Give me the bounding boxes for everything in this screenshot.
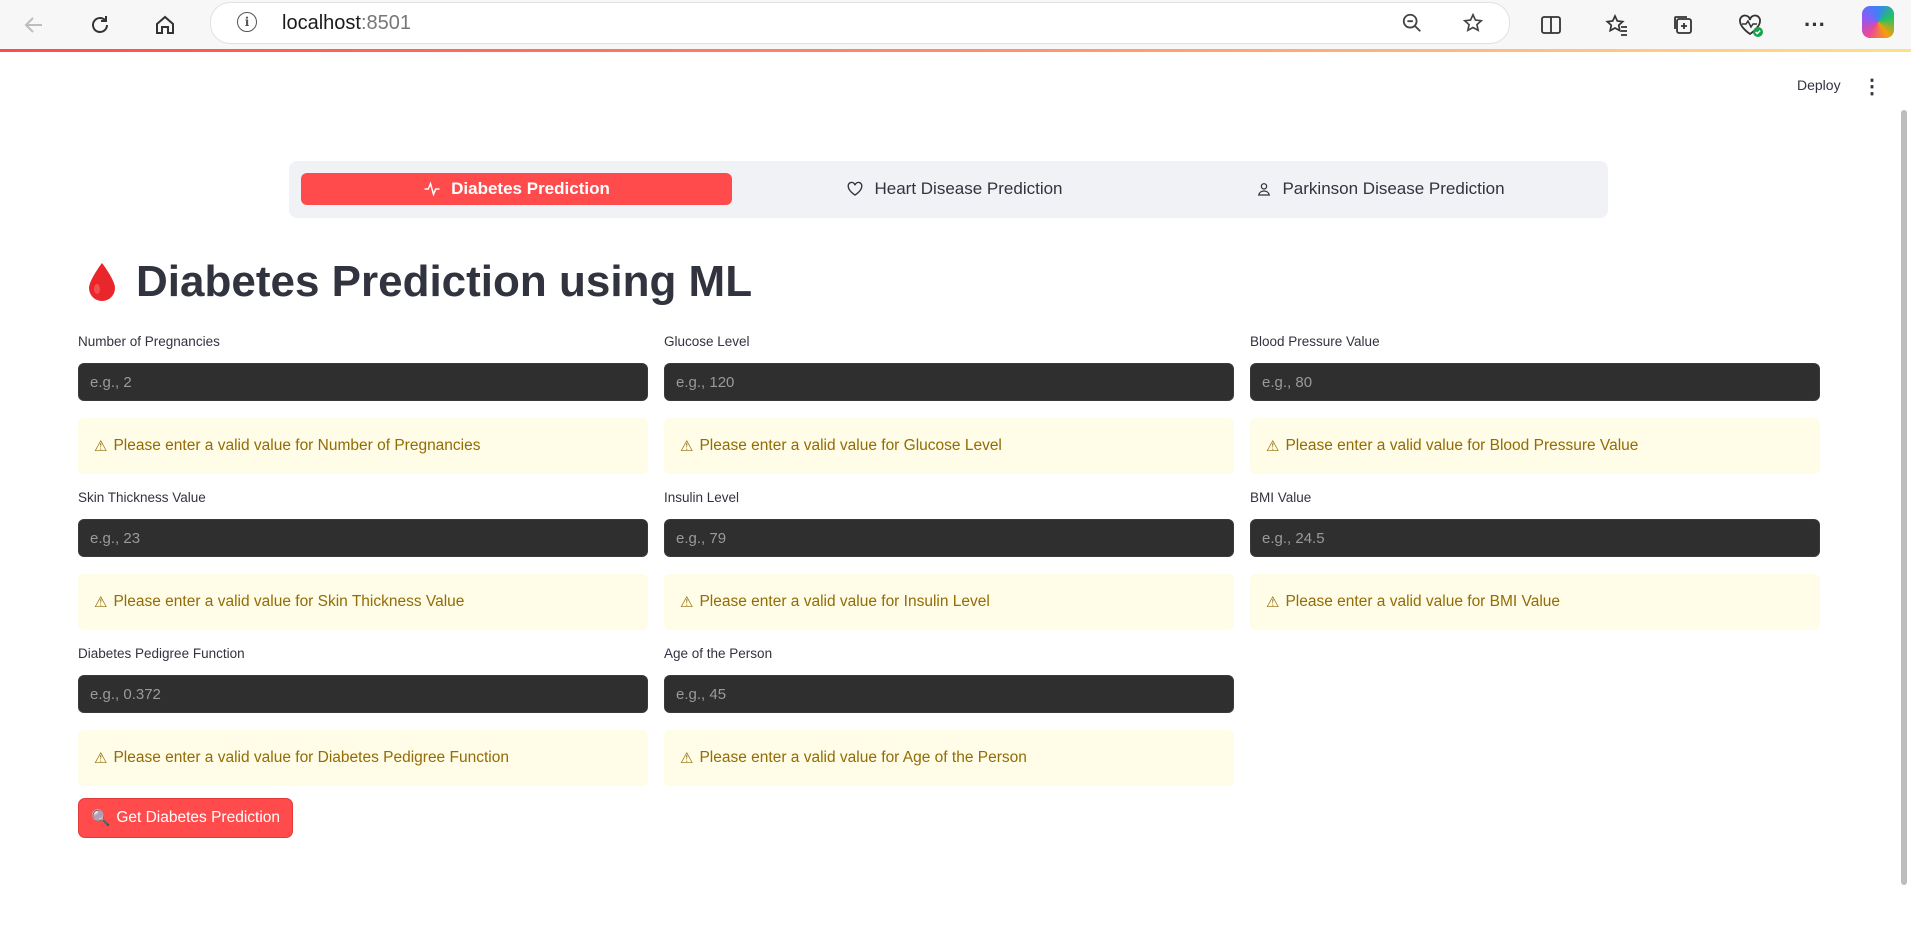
get-diabetes-prediction-button[interactable]: 🔍 Get Diabetes Prediction <box>78 798 294 838</box>
field-glucose: Glucose Level ⚠ Please enter a valid valu… <box>664 334 1234 474</box>
warning-text: Please enter a valid value for Skin Thic… <box>113 593 465 610</box>
deploy-button[interactable]: Deploy <box>1797 77 1841 93</box>
home-button[interactable] <box>147 7 183 43</box>
field-bmi: BMI Value ⚠ Please enter a valid value fo… <box>1250 490 1820 630</box>
split-screen-icon <box>1541 16 1561 34</box>
zoom-out-icon[interactable] <box>1398 9 1426 37</box>
input-box[interactable] <box>664 363 1234 401</box>
heart-icon <box>848 181 863 196</box>
field-skin-thickness: Skin Thickness Value ⚠ Please enter a val… <box>78 490 648 630</box>
field-age: Age of the Person ⚠ Please enter a valid … <box>664 646 1234 786</box>
heart-pulse-icon <box>1739 14 1763 37</box>
back-button[interactable] <box>16 7 52 43</box>
arrow-left-icon <box>24 17 42 33</box>
age-input[interactable] <box>674 684 1224 704</box>
address-bar[interactable]: i localhost:8501 <box>210 2 1510 44</box>
page-title: Diabetes Prediction using ML <box>136 257 753 306</box>
favorites-icon <box>1605 13 1627 36</box>
field-label: Skin Thickness Value <box>78 490 206 505</box>
browser-essentials-button[interactable] <box>1732 7 1768 43</box>
warning-alert: ⚠ Please enter a valid value for Blood Pr… <box>1250 418 1820 474</box>
field-pedigree-function: Diabetes Pedigree Function ⚠ Please enter… <box>78 646 648 786</box>
warning-text: Please enter a valid value for Blood Pre… <box>1285 437 1639 454</box>
field-label: Glucose Level <box>664 334 750 349</box>
tab-diabetes-prediction[interactable]: Diabetes Prediction <box>301 173 732 205</box>
field-label: Age of the Person <box>664 646 773 661</box>
activity-icon <box>424 181 440 197</box>
warning-alert: ⚠ Please enter a valid value for Skin Thi… <box>78 574 648 630</box>
input-box[interactable] <box>664 519 1234 557</box>
field-blood-pressure: Blood Pressure Value ⚠ Please enter a val… <box>1250 334 1820 474</box>
reload-button[interactable] <box>82 7 118 43</box>
warning-icon: ⚠ <box>94 438 108 455</box>
field-label: Blood Pressure Value <box>1250 334 1380 349</box>
collections-button[interactable] <box>1665 7 1701 43</box>
warning-alert: ⚠ Please enter a valid value for Glucose … <box>664 418 1234 474</box>
field-label: Insulin Level <box>664 490 740 505</box>
input-box[interactable] <box>78 519 648 557</box>
input-box[interactable] <box>1250 519 1820 557</box>
field-label: Number of Pregnancies <box>78 334 220 349</box>
page-title-row: Diabetes Prediction using ML <box>86 257 752 307</box>
blood-drop-icon <box>89 263 115 301</box>
insulin-input[interactable] <box>674 528 1224 548</box>
warning-text: Please enter a valid value for Age of th… <box>699 749 1027 766</box>
option-menu: Diabetes Prediction Heart Disease Predic… <box>289 161 1608 218</box>
warning-text: Please enter a valid value for Insulin L… <box>699 593 990 610</box>
person-icon <box>1258 183 1271 196</box>
bmi-input[interactable] <box>1260 528 1810 548</box>
home-icon <box>156 15 174 34</box>
loading-bar <box>0 49 1911 52</box>
main-menu-icon[interactable]: ⋮ <box>1862 74 1882 99</box>
input-box[interactable] <box>78 675 648 713</box>
reload-icon <box>92 16 108 33</box>
collections-icon <box>1674 16 1692 34</box>
tab-label: Heart Disease Prediction <box>874 179 1063 198</box>
favorite-star-icon[interactable] <box>1459 9 1487 37</box>
browser-toolbar: i localhost:8501 ··· <box>0 0 1911 51</box>
tab-label: Diabetes Prediction <box>451 179 610 198</box>
split-screen-button[interactable] <box>1533 7 1569 43</box>
url-text[interactable]: localhost:8501 <box>282 12 411 35</box>
pregnancies-input[interactable] <box>88 372 638 392</box>
magnifier-icon: 🔍 <box>91 809 111 827</box>
warning-icon: ⚠ <box>94 750 108 767</box>
favorites-button[interactable] <box>1599 7 1635 43</box>
more-menu-button[interactable]: ··· <box>1797 7 1833 43</box>
field-insulin: Insulin Level ⚠ Please enter a valid valu… <box>664 490 1234 630</box>
button-label: Get Diabetes Prediction <box>116 809 281 826</box>
warning-icon: ⚠ <box>680 438 694 455</box>
warning-text: Please enter a valid value for Diabetes … <box>113 749 509 766</box>
glucose-input[interactable] <box>674 372 1224 392</box>
warning-alert: ⚠ Please enter a valid value for Number o… <box>78 418 648 474</box>
field-label: BMI Value <box>1250 490 1312 505</box>
site-info-icon[interactable]: i <box>237 12 257 32</box>
pedigree-function-input[interactable] <box>88 684 638 704</box>
warning-alert: ⚠ Please enter a valid value for BMI Valu… <box>1250 574 1820 630</box>
field-label: Diabetes Pedigree Function <box>78 646 245 661</box>
input-box[interactable] <box>664 675 1234 713</box>
input-box[interactable] <box>1250 363 1820 401</box>
field-pregnancies: Number of Pregnancies ⚠ Please enter a va… <box>78 334 648 474</box>
tab-label: Parkinson Disease Prediction <box>1282 179 1505 198</box>
copilot-icon[interactable] <box>1862 6 1894 38</box>
warning-text: Please enter a valid value for BMI Value <box>1285 593 1561 610</box>
warning-alert: ⚠ Please enter a valid value for Diabetes… <box>78 730 648 786</box>
warning-text: Please enter a valid value for Glucose L… <box>699 437 1002 454</box>
warning-icon: ⚠ <box>680 750 694 767</box>
scrollbar[interactable] <box>1901 110 1907 885</box>
warning-icon: ⚠ <box>1266 438 1280 455</box>
warning-icon: ⚠ <box>680 594 694 611</box>
tab-parkinson-disease-prediction[interactable]: Parkinson Disease Prediction <box>1165 173 1596 205</box>
warning-alert: ⚠ Please enter a valid value for Insulin … <box>664 574 1234 630</box>
warning-icon: ⚠ <box>1266 594 1280 611</box>
warning-alert: ⚠ Please enter a valid value for Age of t… <box>664 730 1234 786</box>
warning-text: Please enter a valid value for Number of… <box>113 437 481 454</box>
warning-icon: ⚠ <box>94 594 108 611</box>
input-box[interactable] <box>78 363 648 401</box>
blood-pressure-input[interactable] <box>1260 372 1810 392</box>
skin-thickness-input[interactable] <box>88 528 638 548</box>
ellipsis-icon: ··· <box>1804 12 1826 37</box>
tab-heart-disease-prediction[interactable]: Heart Disease Prediction <box>739 173 1170 205</box>
